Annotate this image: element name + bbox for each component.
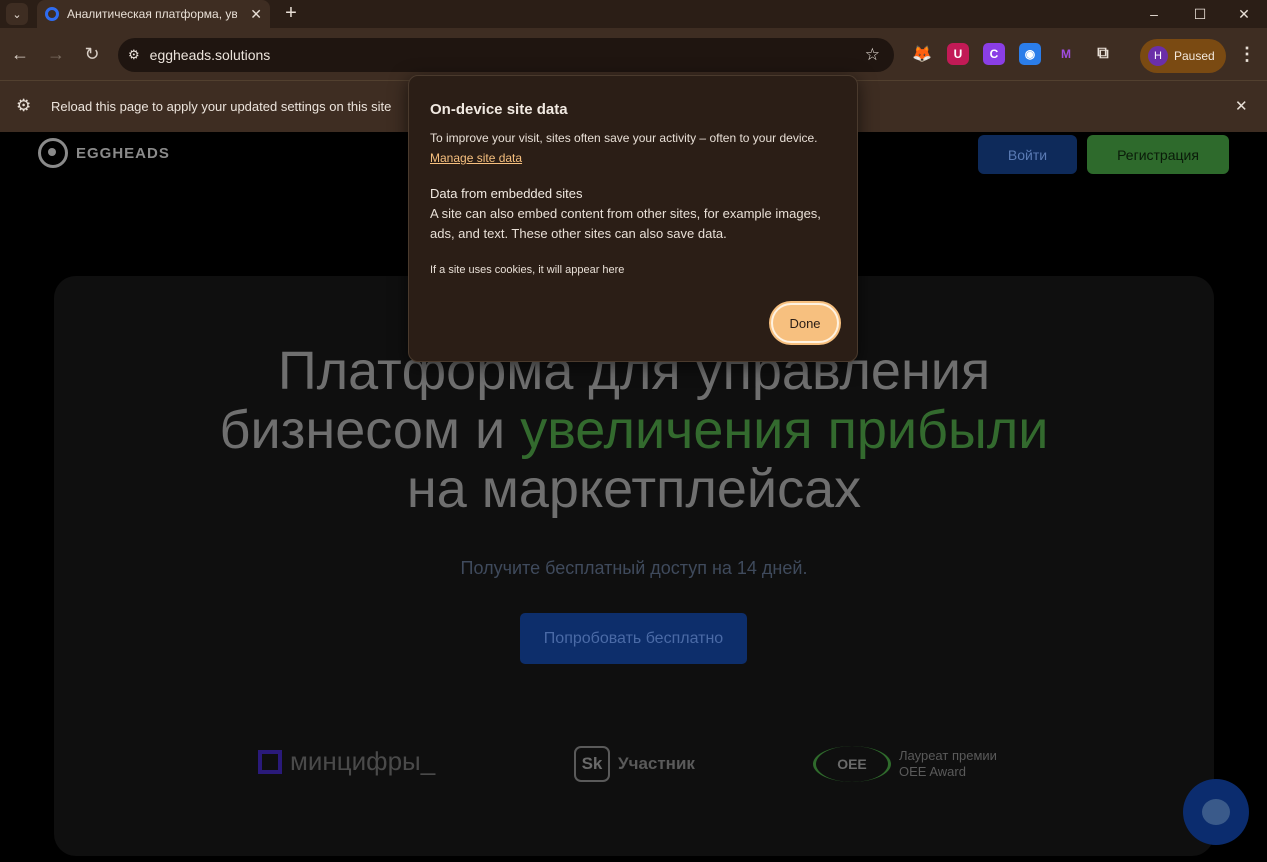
maximize-button[interactable]: ☐	[1177, 0, 1223, 28]
metamask-extension-icon[interactable]: 🦊	[911, 43, 933, 65]
hero-subtitle: Получите бесплатный доступ на 14 дней.	[460, 558, 808, 578]
tab-search-button[interactable]: ⌄	[6, 3, 28, 25]
partner-oee-text: Лауреат премии OEE Award	[899, 748, 997, 780]
purple-extension-icon[interactable]: C	[983, 43, 1005, 65]
oee-award-logo-icon: OEE	[813, 746, 891, 782]
skolkovo-logo-icon: Sk	[574, 746, 610, 782]
profile-button[interactable]: H Paused	[1140, 39, 1226, 73]
headline-line-2: бизнесом и увеличения прибыли	[54, 401, 1214, 460]
partner-mincifry: минцифры_	[258, 746, 435, 777]
avatar: H	[1148, 46, 1168, 66]
settings-gear-icon: ⚙	[16, 96, 32, 115]
ublock-extension-icon[interactable]: U	[947, 43, 969, 65]
site-data-dialog: On-device site data To improve your visi…	[408, 75, 858, 362]
site-favicon-icon	[45, 7, 59, 21]
screen-extension-icon[interactable]: ◉	[1019, 43, 1041, 65]
site-info-icon[interactable]: ⚙	[128, 47, 140, 63]
new-tab-button[interactable]: +	[280, 2, 302, 24]
browser-toolbar: ← → ↻ ⚙ eggheads.solutions ☆ 🦊 U C ◉ M ⧉…	[0, 28, 1267, 80]
partner-mincifry-text: минцифры_	[290, 746, 436, 776]
embedded-text: A site can also embed content from other…	[430, 206, 821, 241]
hero-section: Платформа для управления бизнесом и увел…	[54, 276, 1214, 856]
hero-headline: Платформа для управления бизнесом и увел…	[54, 342, 1214, 519]
cookies-note: If a site uses cookies, it will appear h…	[430, 264, 625, 276]
close-window-button[interactable]: ✕	[1221, 0, 1267, 28]
back-button[interactable]: ←	[6, 40, 34, 68]
active-tab[interactable]: Аналитическая платформа, уве ✕	[37, 0, 270, 28]
logo-text: EGGHEADS	[76, 144, 170, 162]
reload-button[interactable]: ↻	[78, 40, 106, 68]
login-button[interactable]: Войти	[978, 135, 1077, 174]
tab-title: Аналитическая платформа, уве	[67, 7, 237, 21]
partner-skolkovo-text: Участник	[618, 754, 695, 773]
extensions-puzzle-icon[interactable]: ⧉	[1092, 43, 1114, 65]
headline-plain: бизнесом и	[219, 400, 521, 460]
headline-highlight: увеличения прибыли	[520, 400, 1049, 460]
partner-skolkovo: Sk Участник	[574, 746, 695, 782]
oee-line-1: Лауреат премии	[899, 748, 997, 763]
chat-bubble-icon	[1202, 799, 1230, 825]
tab-close-icon[interactable]: ✕	[250, 6, 262, 23]
dialog-title: On-device site data	[430, 101, 568, 118]
try-free-button[interactable]: Попробовать бесплатно	[520, 613, 747, 664]
dialog-intro: To improve your visit, sites often save …	[430, 131, 818, 145]
embedded-heading: Data from embedded sites	[430, 186, 583, 201]
infobar-message: Reload this page to apply your updated s…	[51, 99, 392, 114]
chat-widget-button[interactable]	[1183, 779, 1249, 845]
minimize-button[interactable]: –	[1131, 0, 1177, 28]
infobar-close-icon[interactable]: ✕	[1235, 97, 1248, 115]
profile-status-label: Paused	[1174, 49, 1215, 63]
site-logo[interactable]: EGGHEADS	[38, 138, 170, 168]
address-bar[interactable]: ⚙ eggheads.solutions ☆	[118, 38, 894, 72]
headline-line-3: на маркетплейсах	[406, 459, 862, 519]
signup-button[interactable]: Регистрация	[1087, 135, 1229, 174]
manage-site-data-link[interactable]: Manage site data	[430, 148, 522, 168]
bookmark-star-icon[interactable]: ☆	[865, 45, 880, 65]
menu-kebab-icon[interactable]: ⋮	[1236, 43, 1258, 65]
m-extension-icon[interactable]: M	[1055, 43, 1077, 65]
mincifry-logo-icon	[258, 749, 282, 774]
oee-line-2: OEE Award	[899, 764, 966, 779]
egghead-logo-icon	[38, 138, 68, 168]
partner-oee: OEE Лауреат премии OEE Award	[813, 746, 997, 782]
tab-strip: ⌄ Аналитическая платформа, уве ✕ + – ☐ ✕	[0, 0, 1267, 28]
url-text: eggheads.solutions	[149, 47, 271, 63]
forward-button[interactable]: →	[42, 40, 70, 68]
done-button[interactable]: Done	[771, 303, 839, 343]
